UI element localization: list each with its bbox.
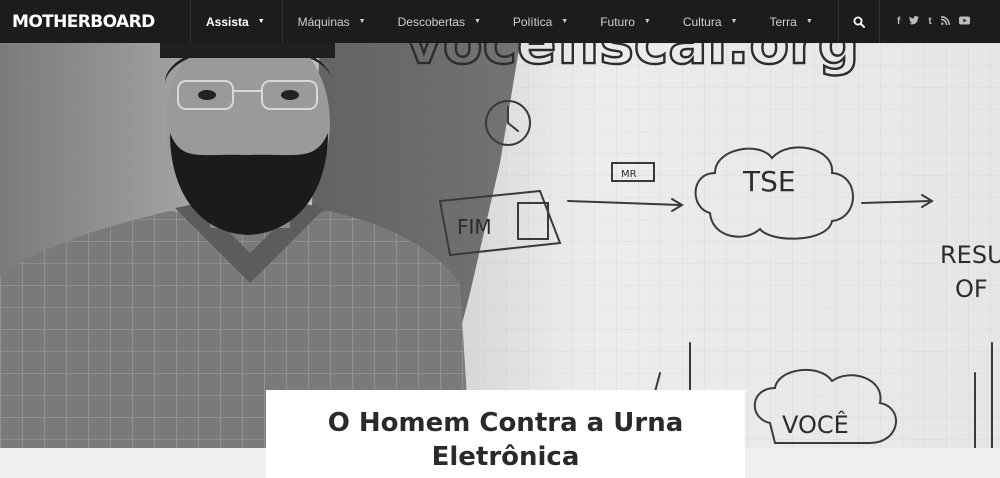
nav-item-cultura[interactable]: Cultura ▼	[668, 0, 755, 43]
youtube-icon[interactable]	[958, 16, 970, 28]
nav-item-assista[interactable]: Assista ▼	[191, 0, 283, 43]
article-title[interactable]: O Homem Contra a Urna Eletrônica	[326, 406, 686, 474]
whiteboard-fim: FIM	[457, 215, 492, 239]
whiteboard-url: vocefiscal.org	[405, 43, 859, 77]
tumblr-icon[interactable]: t	[928, 16, 931, 27]
twitter-icon[interactable]	[909, 15, 920, 28]
main-nav: Assista ▼ Máquinas ▼ Descobertas ▼ Polít…	[191, 0, 830, 43]
whiteboard-tse: TSE	[742, 165, 796, 198]
hero-photo: vocefiscal.org FIM MR TSE RESU OF VOCÊ	[0, 43, 1000, 448]
nav-item-maquinas[interactable]: Máquinas ▼	[283, 0, 383, 43]
social-links: f t	[897, 0, 970, 43]
whiteboard-result-line2: OF	[955, 275, 988, 303]
article-title-card: O Homem Contra a Urna Eletrônica	[266, 390, 745, 478]
nav-item-label: Descobertas	[397, 14, 465, 29]
nav-item-politica[interactable]: Política ▼	[498, 0, 585, 43]
chevron-down-icon: ▼	[473, 18, 481, 25]
nav-item-terra[interactable]: Terra ▼	[754, 0, 829, 43]
nav-item-label: Terra	[769, 14, 797, 29]
top-navbar: MOTHERBOARD Assista ▼ Máquinas ▼ Descobe…	[0, 0, 1000, 43]
whiteboard-chip: MR	[621, 169, 637, 180]
chevron-down-icon: ▼	[257, 18, 265, 25]
hero-image: vocefiscal.org FIM MR TSE RESU OF VOCÊ	[0, 43, 1000, 448]
chevron-down-icon: ▼	[730, 18, 738, 25]
chevron-down-icon: ▼	[643, 18, 651, 25]
rss-icon[interactable]	[940, 15, 950, 28]
nav-item-label: Futuro	[600, 14, 635, 29]
nav-item-label: Assista	[206, 14, 249, 29]
facebook-icon[interactable]: f	[897, 16, 900, 27]
nav-item-label: Máquinas	[297, 14, 350, 29]
chevron-down-icon: ▼	[561, 18, 569, 25]
chevron-down-icon: ▼	[805, 18, 813, 25]
search-icon	[853, 16, 865, 28]
search-button[interactable]	[838, 0, 880, 43]
whiteboard-voce: VOCÊ	[782, 410, 849, 439]
nav-item-label: Política	[512, 14, 553, 29]
chevron-down-icon: ▼	[358, 18, 366, 25]
nav-item-futuro[interactable]: Futuro ▼	[585, 0, 668, 43]
site-logo[interactable]: MOTHERBOARD	[0, 0, 191, 43]
nav-item-label: Cultura	[682, 14, 722, 29]
whiteboard-result-line1: RESU	[940, 241, 1000, 269]
nav-item-descobertas[interactable]: Descobertas ▼	[383, 0, 498, 43]
